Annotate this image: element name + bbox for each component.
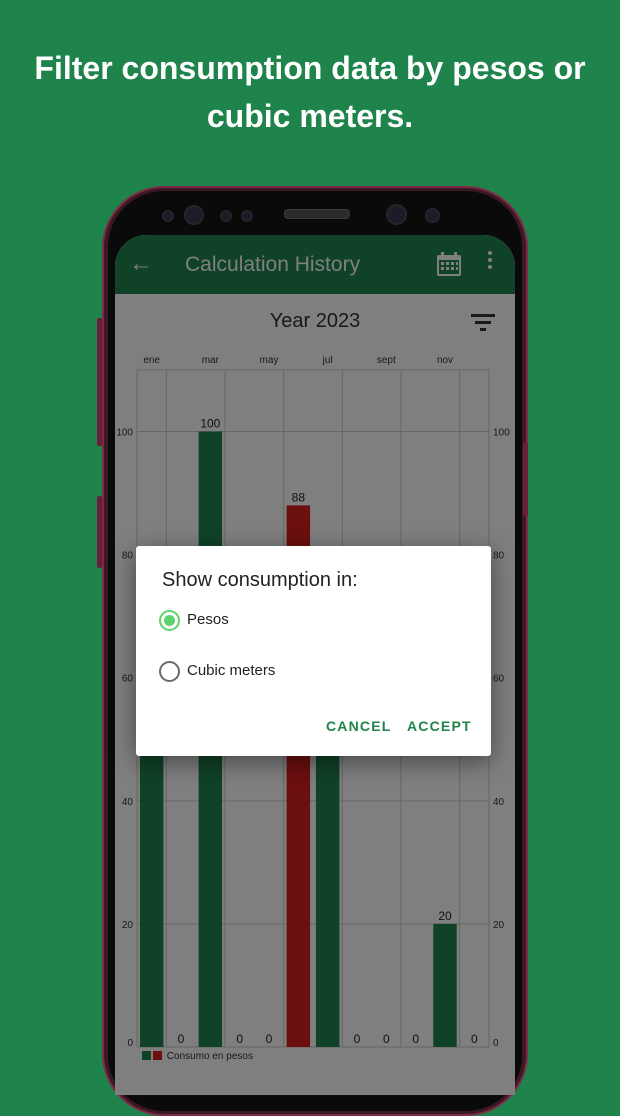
sensor-icon bbox=[425, 208, 440, 223]
sensor-icon bbox=[162, 210, 174, 222]
phone-side-button bbox=[97, 496, 102, 568]
sensor-icon bbox=[241, 210, 253, 222]
dialog-title: Show consumption in: bbox=[162, 569, 358, 591]
promo-headline: Filter consumption data by pesos or cubi… bbox=[0, 44, 620, 140]
option-pesos-label: Pesos bbox=[187, 611, 229, 628]
accept-button[interactable]: ACCEPT bbox=[407, 718, 472, 734]
option-cubic-meters-label: Cubic meters bbox=[187, 662, 276, 679]
earpiece-speaker bbox=[284, 209, 350, 219]
iris-camera-icon bbox=[386, 204, 407, 225]
phone-side-button bbox=[523, 442, 528, 516]
headline-line-2: cubic meters. bbox=[206, 98, 414, 134]
consumption-unit-dialog: Show consumption in: Pesos Cubic meters … bbox=[136, 546, 491, 756]
cancel-button[interactable]: CANCEL bbox=[326, 718, 392, 734]
sensor-icon bbox=[220, 210, 232, 222]
phone-side-button bbox=[97, 318, 102, 446]
radio-selected-icon[interactable] bbox=[159, 610, 180, 631]
headline-line-1: Filter consumption data by pesos or bbox=[34, 50, 586, 86]
radio-unselected-icon[interactable] bbox=[159, 661, 180, 682]
front-camera-icon bbox=[184, 205, 204, 225]
